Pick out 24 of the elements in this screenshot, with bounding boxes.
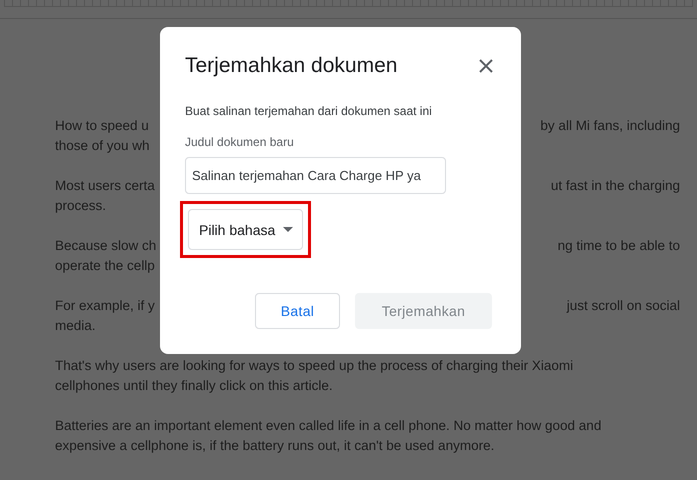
field-label: Judul dokumen baru [185,135,294,149]
document-text: ng time to be able to [558,237,680,255]
document-text: That's why users are looking for ways to speed up the process of charging their Xiaomi [55,357,574,375]
document-text: cellphones until they finally click on this article. [55,377,333,395]
document-text: those of you wh [55,137,150,155]
document-text: Most users certa [55,177,155,195]
document-text: Batteries are an important element even called life in a cell phone. No matter how good and [55,417,602,435]
document-text: ut fast in the charging [550,177,680,195]
document-text: How to speed u [55,117,149,135]
language-dropdown[interactable]: Pilih bahasa [188,209,304,250]
caret-icon [283,227,294,232]
document-text: by all Mi fans, including [540,117,680,135]
document-text: operate the cellp [55,257,155,275]
document-text: process. [55,197,106,215]
document-text: Because slow ch [55,237,156,255]
document-title-field[interactable]: Salinan terjemahan Cara Charge HP ya [185,157,446,194]
dialog-title: Terjemahkan dokumen [185,54,398,78]
cancel-button[interactable]: Batal [255,293,340,329]
document-text: just scroll on social [566,297,680,315]
dialog-description: Buat salinan terjemahan dari dokumen saat ini [185,104,432,118]
document-text: For example, if y [55,297,155,315]
document-text: expensive a cellphone is, if the battery runs out, it can't be used anymore. [55,437,494,455]
close-icon[interactable] [479,59,493,73]
document-text: media. [55,317,96,335]
